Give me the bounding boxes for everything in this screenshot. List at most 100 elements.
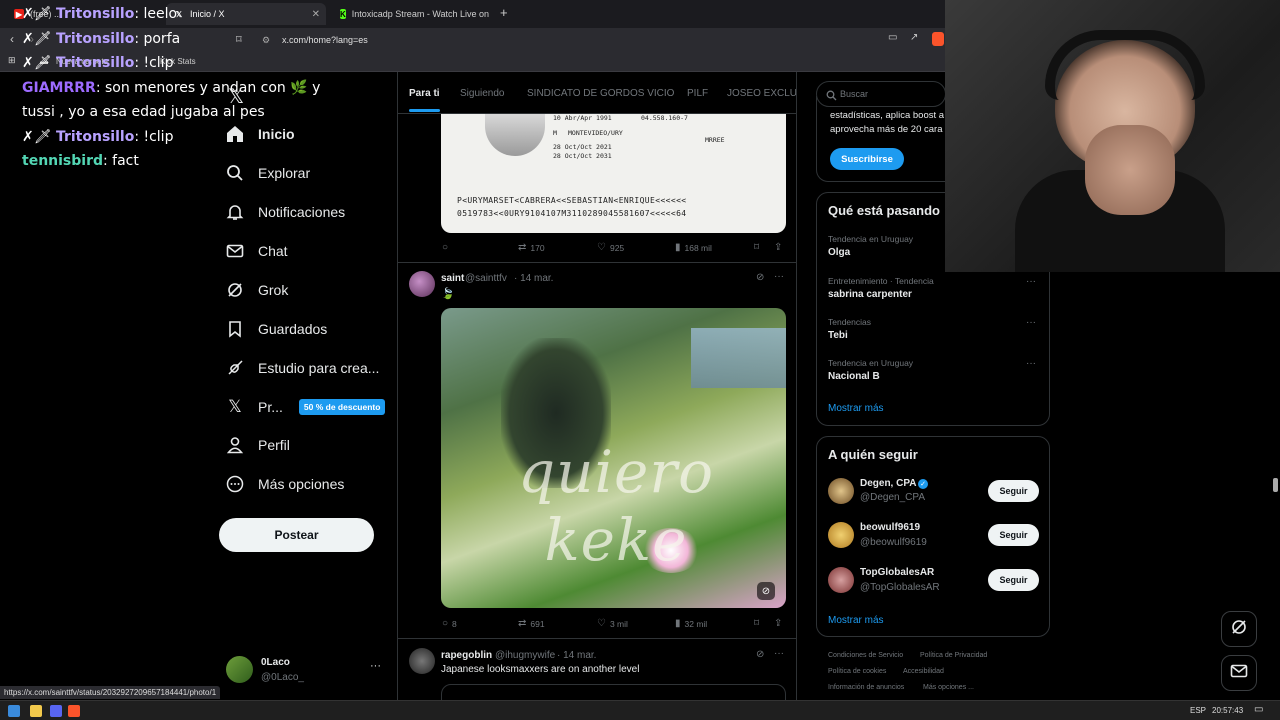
suggested-user-name[interactable]: beowulf9619 — [860, 522, 920, 533]
bookmark-button[interactable]: ⌑ — [754, 618, 763, 629]
chat-user: Tritonsillo — [55, 128, 135, 145]
like-button[interactable]: ♡ 925 — [597, 242, 624, 253]
nav-estudio[interactable]: Estudio para crea... — [226, 359, 379, 377]
avatar[interactable] — [226, 656, 253, 683]
tab-pilf[interactable]: PILF — [687, 88, 708, 99]
trend-item[interactable]: Tebi — [828, 330, 848, 341]
status-url: https://x.com/sainttfv/status/2032927209… — [0, 686, 221, 699]
nav-notificaciones[interactable]: Notificaciones — [226, 203, 345, 221]
grok-image-icon[interactable]: ⊘ — [757, 582, 775, 600]
tweet-text: 🍃 — [441, 288, 455, 300]
trend-item[interactable]: Olga — [828, 247, 850, 258]
id-mrz: P<URYMARSET<CABRERA<<SEBASTIAN<ENRIQUE<<… — [457, 196, 687, 205]
grok-icon — [1230, 618, 1248, 641]
back-icon[interactable]: ‹ — [10, 32, 14, 46]
tweet-author-name[interactable]: rapegoblin — [441, 650, 492, 661]
trend-item[interactable]: Nacional B — [828, 371, 880, 382]
tweet-author-name[interactable]: saint — [441, 273, 464, 284]
grok-float-button[interactable] — [1221, 611, 1257, 647]
tab-para-ti[interactable]: Para ti — [409, 88, 440, 112]
language-indicator[interactable]: ESP — [1190, 706, 1206, 715]
notifications-icon[interactable]: ▭ — [1254, 704, 1263, 715]
tab-joseo[interactable]: JOSEO EXCLUSI — [727, 88, 796, 99]
tab-sindicato[interactable]: SINDICATO DE GORDOS VICIO — [527, 88, 674, 99]
clock[interactable]: 20:57:43 — [1212, 706, 1243, 715]
suggested-user-name[interactable]: Degen, CPA — [860, 478, 917, 489]
tab-kick[interactable]: K Intoxicadp Stream - Watch Live on Ki — [332, 3, 492, 25]
quoted-tweet[interactable] — [441, 684, 786, 700]
suggested-user-name[interactable]: TopGlobalesAR — [860, 567, 934, 578]
trend-item[interactable]: sabrina carpenter — [828, 289, 912, 300]
x-logo-icon[interactable]: 𝕏 — [228, 84, 244, 109]
tweet-date[interactable]: · 14 mar. — [514, 273, 553, 284]
share-button[interactable]: ⇪ — [774, 618, 786, 629]
subscribe-button[interactable]: Suscribirse — [830, 148, 904, 170]
bookmark-button[interactable]: ⌑ — [754, 242, 763, 253]
views-button[interactable]: ▮ 32 mil — [675, 618, 707, 629]
nav-guardados[interactable]: Guardados — [226, 320, 327, 338]
retweet-button[interactable]: ⇄ 170 — [518, 242, 545, 253]
apps-grid-icon[interactable]: ⊞ — [8, 55, 16, 66]
like-button[interactable]: ♡ 3 mil — [597, 618, 628, 629]
more-icon[interactable]: ··· — [774, 271, 784, 282]
nav-chat[interactable]: Chat — [226, 242, 288, 260]
reply-button[interactable]: ○ — [442, 242, 452, 253]
avatar[interactable] — [409, 648, 435, 674]
follow-button[interactable]: Seguir — [988, 480, 1039, 502]
nav-premium[interactable]: 𝕏 Pr... 50 % de descuento — [226, 397, 386, 416]
who-show-more[interactable]: Mostrar más — [828, 615, 884, 626]
taskbar: ESP 20:57:43 ▭ — [0, 700, 1280, 720]
grok-explain-icon[interactable]: ⊘ — [756, 649, 764, 660]
follow-button[interactable]: Seguir — [988, 569, 1039, 591]
trends-show-more[interactable]: Mostrar más — [828, 403, 884, 414]
sword-icon: ✗🗡 — [22, 55, 52, 71]
cast-icon[interactable]: ▭ — [888, 32, 897, 43]
trend-more-icon[interactable]: ··· — [1026, 276, 1036, 287]
avatar[interactable] — [828, 567, 854, 593]
tweet-image-id-card[interactable]: 10 Abr/Apr 1991 04.558.160-7 M MONTEVIDE… — [441, 114, 786, 233]
brave-shield-icon[interactable] — [932, 32, 944, 46]
tab-siguiendo[interactable]: Siguiendo — [460, 88, 504, 99]
account-menu-icon[interactable]: ··· — [370, 660, 381, 672]
views-button[interactable]: ▮ 168 mil — [675, 242, 712, 253]
nav-mas-opciones[interactable]: Más opciones — [226, 475, 344, 493]
brave-icon[interactable] — [68, 705, 80, 717]
footer-link[interactable]: Accesibilidad — [903, 668, 944, 675]
account-handle: @0Laco_ — [261, 672, 304, 683]
footer-link[interactable]: Política de cookies — [828, 668, 886, 675]
tweet-author-handle[interactable]: @sainttfv — [465, 273, 507, 284]
reply-button[interactable]: ○ 8 — [442, 618, 457, 629]
tweet-author-handle[interactable]: @ihugmywife — [495, 650, 555, 661]
webcam-overlay — [945, 0, 1280, 272]
trend-more-icon[interactable]: ··· — [1026, 358, 1036, 369]
more-icon[interactable]: ··· — [774, 648, 784, 659]
footer-link[interactable]: Más opciones ... — [923, 684, 974, 691]
footer-link[interactable]: Política de Privacidad — [920, 652, 987, 659]
retweet-button[interactable]: ⇄ 691 — [518, 618, 545, 629]
avatar[interactable] — [409, 271, 435, 297]
tweet-image[interactable]: quiero keke ⊘ — [441, 308, 786, 608]
url-field[interactable]: ⚙ x.com/home?lang=es — [256, 32, 876, 48]
scrollbar-thumb[interactable] — [1273, 478, 1278, 492]
footer-link[interactable]: Información de anuncios — [828, 684, 904, 691]
post-button[interactable]: Postear — [219, 518, 374, 552]
share-icon[interactable]: ↗ — [910, 32, 918, 43]
messages-float-button[interactable] — [1221, 655, 1257, 691]
nav-grok[interactable]: Grok — [226, 281, 288, 299]
suggested-user-handle: @TopGlobalesAR — [860, 582, 940, 593]
grok-explain-icon[interactable]: ⊘ — [756, 272, 764, 283]
divider — [398, 262, 796, 263]
nav-perfil[interactable]: Perfil — [226, 436, 290, 454]
follow-button[interactable]: Seguir — [988, 524, 1039, 546]
discord-icon[interactable] — [50, 705, 62, 717]
start-icon[interactable] — [8, 705, 20, 717]
trend-more-icon[interactable]: ··· — [1026, 317, 1036, 328]
new-tab-icon[interactable]: + — [500, 5, 508, 20]
footer-link[interactable]: Condiciones de Servicio — [828, 652, 903, 659]
tweet-date[interactable]: · 14 mar. — [557, 650, 596, 661]
avatar[interactable] — [828, 478, 854, 504]
share-button[interactable]: ⇪ — [774, 242, 786, 253]
reply-icon: ○ — [442, 242, 449, 253]
avatar[interactable] — [828, 522, 854, 548]
file-explorer-icon[interactable] — [30, 705, 42, 717]
